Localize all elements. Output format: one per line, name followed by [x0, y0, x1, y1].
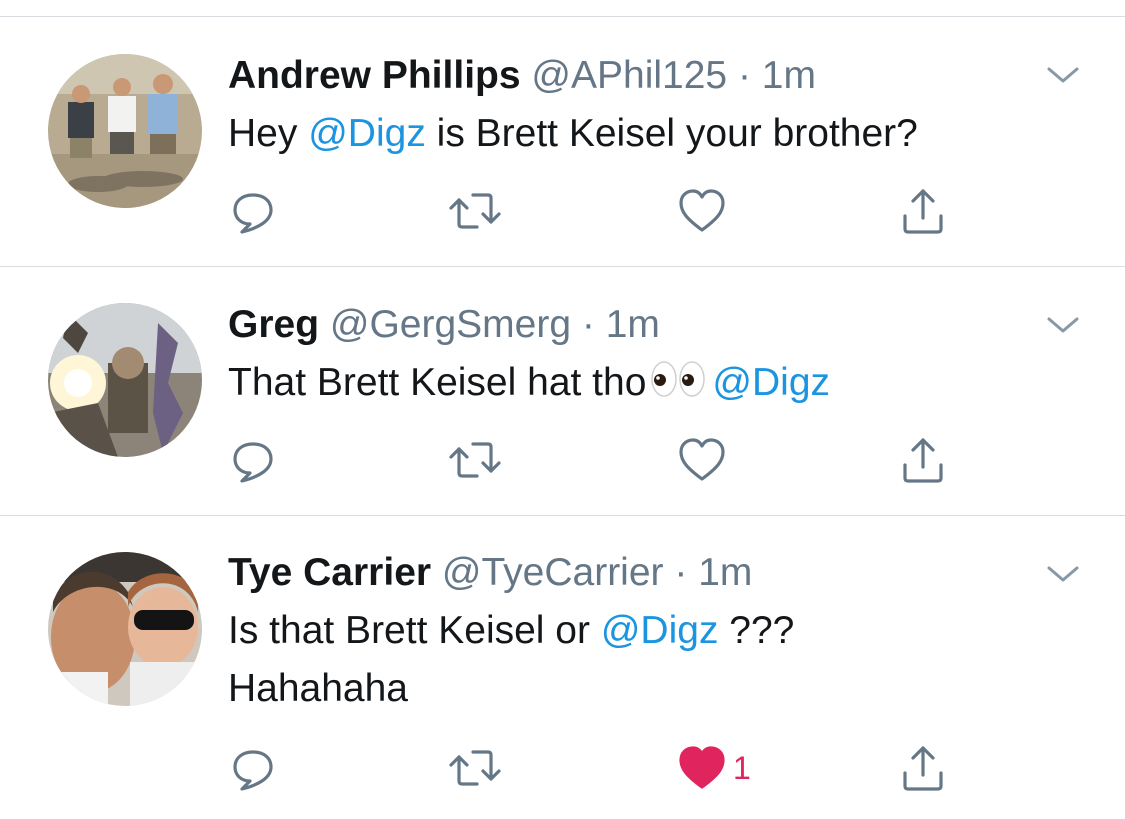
mention-link[interactable]: @Digz — [308, 112, 426, 155]
heart-icon — [679, 438, 725, 481]
retweet-button[interactable] — [447, 742, 507, 794]
heart-icon — [679, 189, 725, 232]
retweet-button[interactable] — [447, 434, 507, 486]
heart-icon — [679, 746, 725, 789]
share-button[interactable] — [898, 185, 958, 237]
chevron-down-icon[interactable] — [1043, 562, 1083, 586]
display-name[interactable]: Greg — [228, 303, 319, 346]
share-upload-icon — [903, 746, 943, 791]
tweet-header: Andrew Phillips @APhil125 · 1m — [228, 54, 816, 98]
share-upload-icon — [903, 189, 943, 234]
username-handle[interactable]: @GergSmerg — [330, 303, 571, 346]
tweet-text: Is that Brett Keisel or @Digz ??? Hahaha… — [228, 602, 794, 718]
reply-button[interactable] — [228, 185, 288, 237]
text-segment: Is that Brett Keisel or — [228, 609, 601, 652]
text-segment: is Brett Keisel your brother? — [425, 112, 918, 155]
retweet-button[interactable] — [447, 185, 507, 237]
like-button[interactable] — [677, 185, 737, 237]
tweet-1[interactable]: Andrew Phillips @APhil125 · 1m Hey @Digz… — [0, 17, 1125, 267]
username-handle[interactable]: @TyeCarrier — [442, 551, 664, 594]
display-name[interactable]: Andrew Phillips — [228, 54, 521, 97]
text-segment: ??? — [718, 609, 795, 652]
like-button[interactable] — [677, 434, 737, 486]
display-name[interactable]: Tye Carrier — [228, 551, 431, 594]
tweet-text: Hey @Digz is Brett Keisel your brother? — [228, 105, 918, 163]
tweet-2[interactable]: Greg @GergSmerg · 1m That Brett Keisel h… — [0, 267, 1125, 516]
separator-dot: · — [674, 551, 688, 594]
chevron-down-icon[interactable] — [1043, 313, 1083, 337]
timestamp[interactable]: 1m — [606, 303, 660, 346]
reply-button[interactable] — [228, 434, 288, 486]
tweet-3[interactable]: Tye Carrier @TyeCarrier · 1m Is that Bre… — [0, 516, 1125, 819]
share-upload-icon — [903, 438, 943, 483]
text-segment: Hey — [228, 112, 309, 155]
mention-link[interactable]: @Digz — [712, 361, 830, 404]
separator-dot: · — [737, 54, 751, 97]
eyes-emoji-icon — [650, 358, 706, 416]
share-button[interactable] — [898, 742, 958, 794]
share-button[interactable] — [898, 434, 958, 486]
avatar[interactable] — [48, 303, 202, 457]
speech-bubble-icon — [233, 750, 273, 791]
retweet-arrows-icon — [449, 193, 501, 229]
chevron-down-icon[interactable] — [1043, 63, 1083, 87]
speech-bubble-icon — [233, 442, 273, 483]
avatar[interactable] — [48, 552, 202, 706]
like-count: 1 — [733, 750, 751, 786]
avatar[interactable] — [48, 54, 202, 208]
reply-button[interactable] — [228, 742, 288, 794]
retweet-arrows-icon — [449, 442, 501, 478]
tweet-text: That Brett Keisel hat tho @Digz — [228, 354, 830, 416]
text-segment: That Brett Keisel hat tho — [228, 361, 647, 404]
separator-dot: · — [581, 303, 595, 346]
retweet-arrows-icon — [449, 750, 501, 786]
like-button[interactable] — [677, 742, 737, 794]
text-line: Is that Brett Keisel or @Digz ??? — [228, 602, 794, 660]
timestamp[interactable]: 1m — [762, 54, 816, 97]
tweet-header: Tye Carrier @TyeCarrier · 1m — [228, 551, 752, 595]
tweet-header: Greg @GergSmerg · 1m — [228, 303, 660, 347]
text-line: Hahahaha — [228, 667, 408, 710]
username-handle[interactable]: @APhil125 — [531, 54, 727, 97]
speech-bubble-icon — [233, 193, 273, 234]
mention-link[interactable]: @Digz — [601, 609, 719, 652]
timestamp[interactable]: 1m — [698, 551, 752, 594]
